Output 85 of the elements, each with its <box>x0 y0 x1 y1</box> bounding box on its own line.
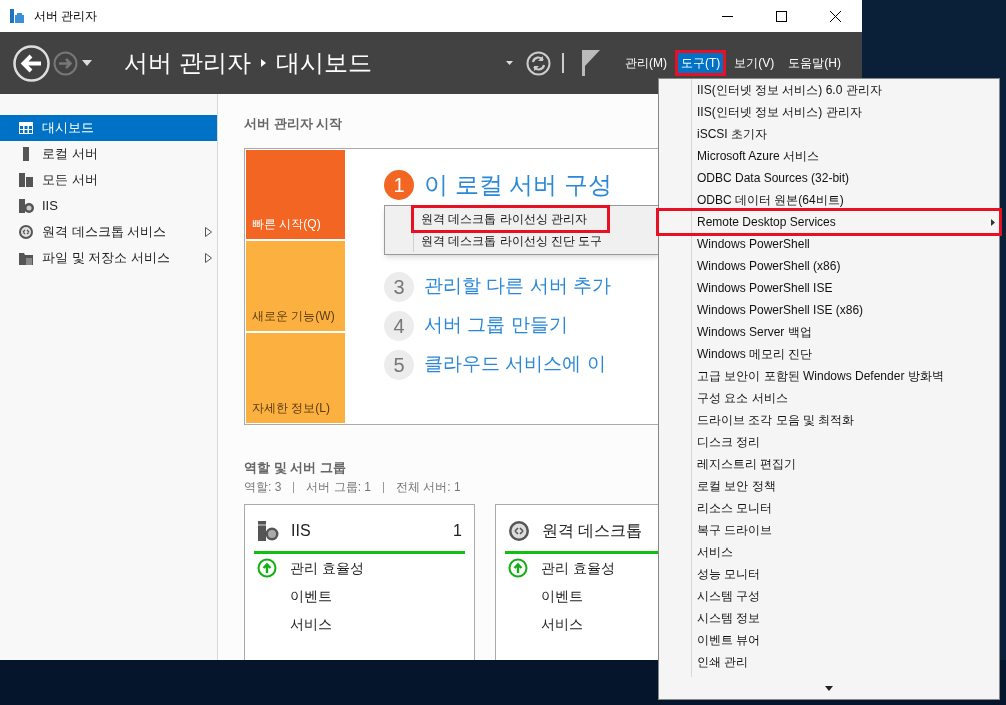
menu-entry[interactable]: Windows PowerShell ISE <box>692 277 999 299</box>
back-button[interactable] <box>13 44 50 82</box>
remote-icon <box>508 520 530 542</box>
menu-item[interactable]: 보기(V) <box>731 53 778 73</box>
quick-tile[interactable]: 새로운 기능(W) <box>246 241 345 331</box>
close-icon <box>829 10 841 22</box>
card-title: 원격 데스크톱 <box>542 521 643 541</box>
card-title: IIS <box>291 521 311 541</box>
chevron-icon <box>260 59 266 67</box>
menu-item[interactable]: 관리(M) <box>622 53 670 73</box>
menu-entry[interactable]: iSCSI 초기자 <box>692 123 999 145</box>
menu-entry[interactable]: 로컬 보안 정책 <box>692 475 999 497</box>
step-number: 1 <box>384 169 414 200</box>
card-row-link[interactable]: 서비스 <box>541 613 583 635</box>
role-card[interactable]: IIS 1 관리 효율성 이벤트 서비스 <box>244 504 475 660</box>
menu-entry[interactable]: 복구 드라이브 <box>692 519 999 541</box>
summary-count: 서버 그룹: 1 <box>306 479 372 496</box>
summary-count: 역할: 3 <box>244 479 282 496</box>
step-number: 3 <box>384 271 414 302</box>
card-row-link[interactable]: 관리 효율성 <box>290 557 364 579</box>
sidebar-item[interactable]: 원격 데스크톱 서비스 <box>0 219 217 245</box>
expand-arrow-icon[interactable] <box>205 227 212 237</box>
section-title: 서버 관리자 시작 <box>244 115 343 133</box>
card-row-link[interactable]: 이벤트 <box>290 585 332 607</box>
menu-entry[interactable]: 이벤트 뷰어 <box>692 629 999 651</box>
menu-entry[interactable]: Remote Desktop Services <box>659 211 999 233</box>
flag-button[interactable] <box>582 50 600 76</box>
remote-icon <box>18 224 34 240</box>
app-icon <box>9 8 25 24</box>
step-link[interactable]: 서버 그룹 만들기 <box>424 311 568 340</box>
scroll-down-icon[interactable] <box>825 685 833 691</box>
sidebar-item[interactable]: 모든 서버 <box>0 167 217 193</box>
menu-entry[interactable]: Windows Server 백업 <box>692 321 999 343</box>
step-number: 4 <box>384 310 414 341</box>
menu-entry[interactable]: 서비스 <box>692 541 999 563</box>
menu-item[interactable]: 도움말(H) <box>785 53 844 73</box>
quick-tile[interactable]: 자세한 정보(L) <box>246 332 345 423</box>
expand-arrow-icon[interactable] <box>205 253 212 263</box>
window-title: 서버 관리자 <box>34 8 98 25</box>
grid-icon <box>18 120 34 136</box>
card-row-link[interactable]: 서비스 <box>290 613 332 635</box>
menu-entry[interactable]: ODBC 데이터 원본(64비트) <box>692 189 999 211</box>
menu-entry[interactable]: IIS(인터넷 정보 서비스) 관리자 <box>692 101 999 123</box>
section-title: 역할 및 서버 그룹 <box>244 458 346 477</box>
menu-entry[interactable]: ODBC Data Sources (32-bit) <box>692 167 999 189</box>
maximize-icon <box>775 10 787 22</box>
menu-entry[interactable]: 시스템 구성 <box>692 585 999 607</box>
submenu-item[interactable]: 원격 데스크톱 라이선싱 진단 도구 <box>414 230 659 252</box>
menu-entry[interactable]: 구성 요소 서비스 <box>692 387 999 409</box>
card-row-link[interactable]: 관리 효율성 <box>541 557 615 579</box>
sidebar-item[interactable]: IIS <box>0 193 217 219</box>
menu-entry[interactable]: 디스크 정리 <box>692 431 999 453</box>
menu-entry[interactable]: 리소스 모니터 <box>692 497 999 519</box>
card-row-link[interactable]: 이벤트 <box>541 585 583 607</box>
step-link[interactable]: 이 로컬 서버 구성 <box>424 166 612 203</box>
summary-count: 전체 서버: 1 <box>396 479 461 496</box>
folder-icon <box>18 250 34 266</box>
refresh-button[interactable] <box>526 50 551 76</box>
menu-entry[interactable]: 성능 모니터 <box>692 563 999 585</box>
server-globe-icon <box>18 198 34 214</box>
card-count: 1 <box>453 521 462 541</box>
step-link[interactable]: 클라우드 서비스에 이 <box>424 350 606 379</box>
menu-entry[interactable]: 레지스트리 편집기 <box>692 453 999 475</box>
breadcrumb-current: 대시보드 <box>275 48 372 78</box>
server-globe-icon <box>257 520 279 542</box>
menu-entry[interactable]: 고급 보안이 포함된 Windows Defender 방화벽 <box>692 365 999 387</box>
menu-entry[interactable]: Windows PowerShell ISE (x86) <box>692 299 999 321</box>
sidebar-item[interactable]: 로컬 서버 <box>0 141 217 167</box>
menu-entry[interactable]: 드라이브 조각 모음 및 최적화 <box>692 409 999 431</box>
sidebar-item[interactable]: 대시보드 <box>0 115 217 141</box>
breadcrumb-root: 서버 관리자 <box>124 48 251 78</box>
menu-entry[interactable]: IIS(인터넷 정보 서비스) 6.0 관리자 <box>692 79 999 101</box>
menu-entry[interactable]: 시스템 정보 <box>692 607 999 629</box>
step-link[interactable]: 관리할 다른 서버 추가 <box>424 272 611 301</box>
menu-entry[interactable]: Microsoft Azure 서비스 <box>692 145 999 167</box>
menu-entry[interactable]: 인쇄 관리 <box>692 651 999 673</box>
sidebar-item[interactable]: 파일 및 저장소 서비스 <box>0 245 217 271</box>
menu-entry[interactable]: Windows PowerShell (x86) <box>692 255 999 277</box>
menu-entry[interactable]: Windows PowerShell <box>692 233 999 255</box>
servers-icon <box>18 172 34 188</box>
menu-entry[interactable]: Windows 메모리 진단 <box>692 343 999 365</box>
menu-item[interactable]: 도구(T) <box>678 53 724 73</box>
dropdown-button[interactable] <box>504 58 514 68</box>
submenu-item[interactable]: 원격 데스크톱 라이선싱 관리자 <box>414 208 607 230</box>
step-number: 5 <box>384 349 414 380</box>
